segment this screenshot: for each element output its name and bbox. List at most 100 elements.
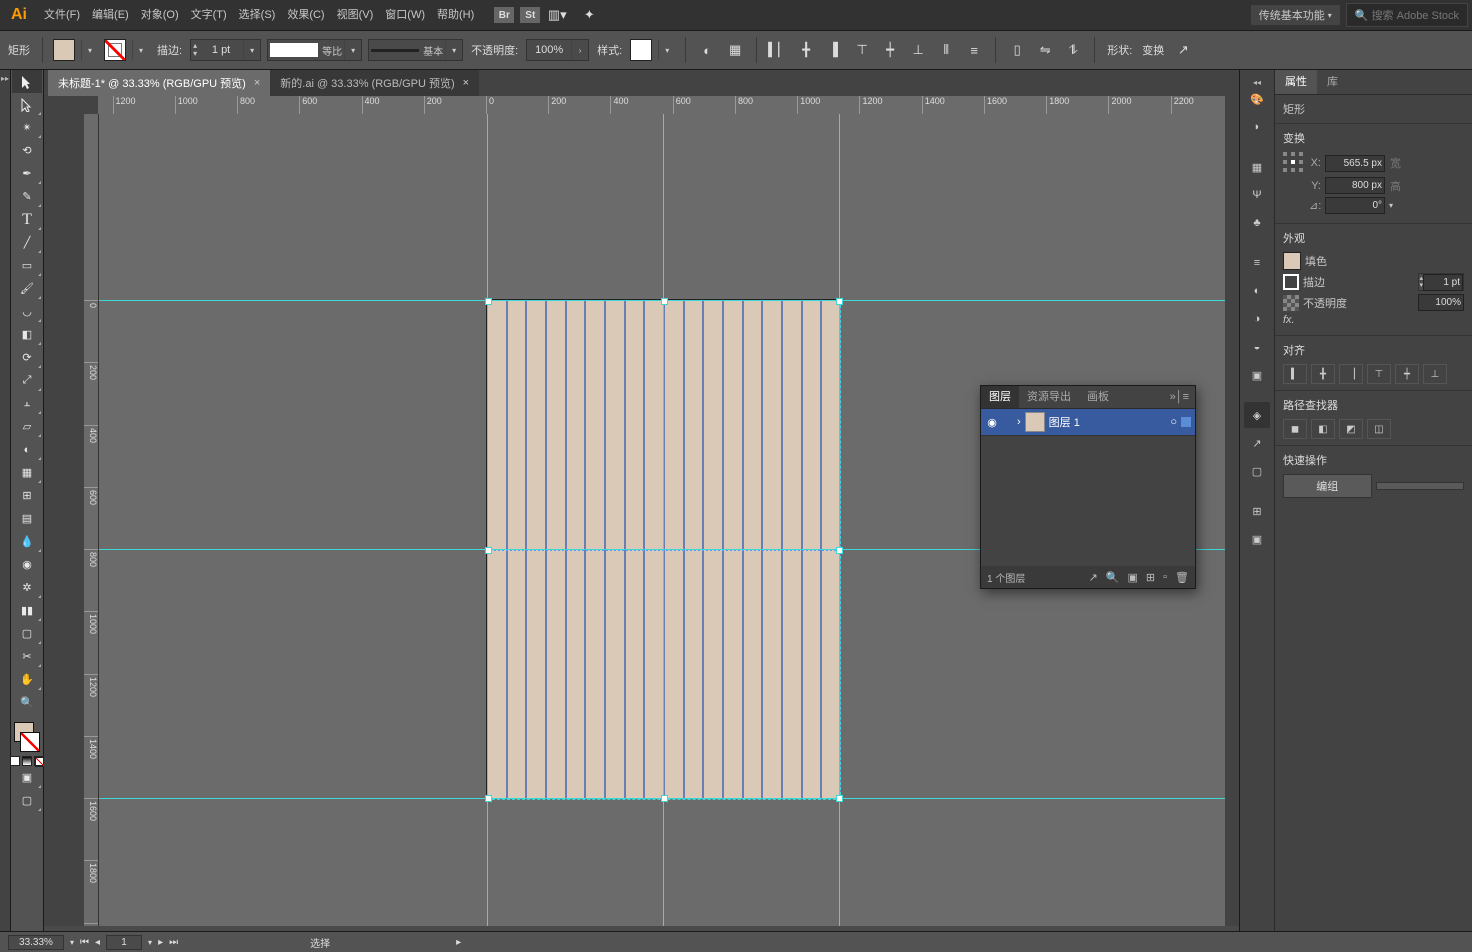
color-guide-icon[interactable]: ◗: [1244, 114, 1270, 140]
column-graph-tool[interactable]: ▮▮: [12, 599, 42, 622]
paintbrush-tool[interactable]: 🖌: [12, 277, 42, 300]
appearance-opacity-icon[interactable]: [1283, 295, 1299, 311]
width-tool[interactable]: ⫠: [12, 392, 42, 415]
artboards-panel-icon[interactable]: ▢: [1244, 458, 1270, 484]
expand-dock-left[interactable]: ▸▸: [0, 70, 11, 952]
align-t[interactable]: ⊤: [1367, 364, 1391, 384]
align-bottom-icon[interactable]: ⊥: [907, 39, 929, 61]
make-clip-icon[interactable]: ▣: [1128, 571, 1138, 584]
menu-file[interactable]: 文件(F): [38, 0, 86, 30]
type-tool[interactable]: T: [12, 208, 42, 231]
transform-each-icon[interactable]: ▯: [1006, 39, 1028, 61]
fill-dropdown[interactable]: ▾: [81, 40, 98, 60]
appearance-stroke-w[interactable]: [1423, 274, 1463, 291]
tab-libraries[interactable]: 库: [1317, 70, 1348, 94]
target-icon[interactable]: ○: [1170, 416, 1177, 428]
visibility-icon[interactable]: ◉: [981, 416, 1003, 429]
color-mode-icons[interactable]: [10, 756, 44, 766]
transform-label[interactable]: 变换: [1142, 42, 1164, 58]
asset-export-icon[interactable]: ↗: [1244, 430, 1270, 456]
gradient-tool[interactable]: ▤: [12, 507, 42, 530]
layers-flyout-icon[interactable]: »│≡: [1164, 386, 1195, 408]
nav-next-icon[interactable]: ▸: [158, 937, 163, 948]
gradient-panel-icon[interactable]: ◐: [1244, 278, 1270, 304]
transform-x[interactable]: [1325, 155, 1385, 172]
layer-row-1[interactable]: ◉ › 图层 1 ○: [981, 409, 1195, 436]
align-top-icon[interactable]: ⊤: [851, 39, 873, 61]
reference-point-icon[interactable]: [1283, 152, 1305, 174]
nav-first-icon[interactable]: ⏮: [80, 937, 89, 948]
tab-1-close[interactable]: ×: [254, 77, 260, 89]
expand-arrow-icon[interactable]: ›: [1017, 416, 1021, 428]
artboard-tool[interactable]: ▢: [12, 622, 42, 645]
tab-2[interactable]: 新的.ai @ 33.33% (RGB/GPU 预览)×: [270, 70, 479, 96]
stroke-color[interactable]: [20, 732, 40, 752]
align-hcenter-icon[interactable]: ╋: [795, 39, 817, 61]
symbols-panel-icon[interactable]: ♣: [1244, 210, 1270, 236]
align-l[interactable]: ▍: [1283, 364, 1307, 384]
align-m[interactable]: ┿: [1395, 364, 1419, 384]
handle-icon[interactable]: [836, 547, 843, 554]
stroke-swatch[interactable]: [104, 39, 126, 61]
style-dropdown[interactable]: ▾: [658, 40, 675, 60]
bridge-icon[interactable]: Br: [494, 7, 514, 23]
mesh-tool[interactable]: ⊞: [12, 484, 42, 507]
curvature-tool[interactable]: ✎: [12, 185, 42, 208]
search-layers-icon[interactable]: 🔍: [1106, 571, 1120, 584]
arrange-icon[interactable]: ▥▾: [546, 4, 568, 26]
tab-1[interactable]: 未标题-1* @ 33.33% (RGB/GPU 预览)×: [48, 70, 270, 96]
zoom-level[interactable]: [8, 935, 64, 950]
scale-tool[interactable]: ⤢: [12, 369, 42, 392]
handle-icon[interactable]: [485, 795, 492, 802]
direct-selection-tool[interactable]: [12, 93, 42, 116]
pf-minus[interactable]: ◧: [1311, 419, 1335, 439]
selection-tool[interactable]: [12, 70, 42, 93]
tab-2-close[interactable]: ×: [463, 77, 469, 89]
screen-mode[interactable]: ▢: [12, 789, 42, 812]
tab-layers[interactable]: 图层: [981, 386, 1019, 408]
recolor-icon[interactable]: ◐: [696, 39, 718, 61]
menu-effect[interactable]: 效果(C): [281, 0, 330, 30]
transform-y[interactable]: [1325, 177, 1385, 194]
appearance-fill[interactable]: [1283, 252, 1301, 270]
dist-v-icon[interactable]: ≡: [963, 39, 985, 61]
appearance-opacity[interactable]: [1418, 294, 1464, 311]
flip-h-icon[interactable]: ⇋: [1034, 39, 1056, 61]
style-swatch[interactable]: [630, 39, 652, 61]
graphic-styles-icon[interactable]: ▣: [1244, 362, 1270, 388]
align-b[interactable]: ⊥: [1423, 364, 1447, 384]
free-transform-tool[interactable]: ▱: [12, 415, 42, 438]
status-arrow-icon[interactable]: ▸: [456, 937, 461, 948]
align-panel-icon[interactable]: ⊞: [1244, 498, 1270, 524]
nav-prev-icon[interactable]: ◂: [95, 937, 100, 948]
tab-properties[interactable]: 属性: [1275, 70, 1317, 94]
slice-tool[interactable]: ✂: [12, 645, 42, 668]
brushes-panel-icon[interactable]: Ψ: [1244, 182, 1270, 208]
eyedropper-tool[interactable]: 💧: [12, 530, 42, 553]
artboard-number[interactable]: [106, 935, 142, 950]
hand-tool[interactable]: ✋: [12, 668, 42, 691]
menu-help[interactable]: 帮助(H): [431, 0, 480, 30]
stroke-profile[interactable]: [270, 43, 318, 57]
transform-flyout-icon[interactable]: ↗: [1172, 39, 1194, 61]
align-c[interactable]: ╋: [1311, 364, 1335, 384]
handle-icon[interactable]: [661, 298, 668, 305]
selection-outline[interactable]: [487, 300, 841, 800]
pf-intersect[interactable]: ◩: [1339, 419, 1363, 439]
color-swatches[interactable]: [12, 720, 42, 754]
stroke-dropdown[interactable]: ▾: [132, 40, 149, 60]
eraser-tool[interactable]: ◧: [12, 323, 42, 346]
layers-panel-icon[interactable]: ◈: [1244, 402, 1270, 428]
menu-select[interactable]: 选择(S): [233, 0, 282, 30]
align-r[interactable]: ▕: [1339, 364, 1363, 384]
vertical-ruler[interactable]: 0200400600800100012001400160018002000: [84, 114, 99, 940]
magic-wand-tool[interactable]: ✴: [12, 116, 42, 139]
align-right-icon[interactable]: ▕▍: [823, 39, 845, 61]
pf-exclude[interactable]: ◫: [1367, 419, 1391, 439]
new-sublayer-icon[interactable]: ⊞: [1146, 571, 1155, 584]
symbol-sprayer-tool[interactable]: ✲: [12, 576, 42, 599]
align-left-icon[interactable]: ▍▏: [767, 39, 789, 61]
shape-builder-tool[interactable]: ◐: [12, 438, 42, 461]
horizontal-ruler[interactable]: 1200100080060040020002004006008001000120…: [98, 96, 1225, 115]
brush-def[interactable]: [371, 49, 419, 52]
